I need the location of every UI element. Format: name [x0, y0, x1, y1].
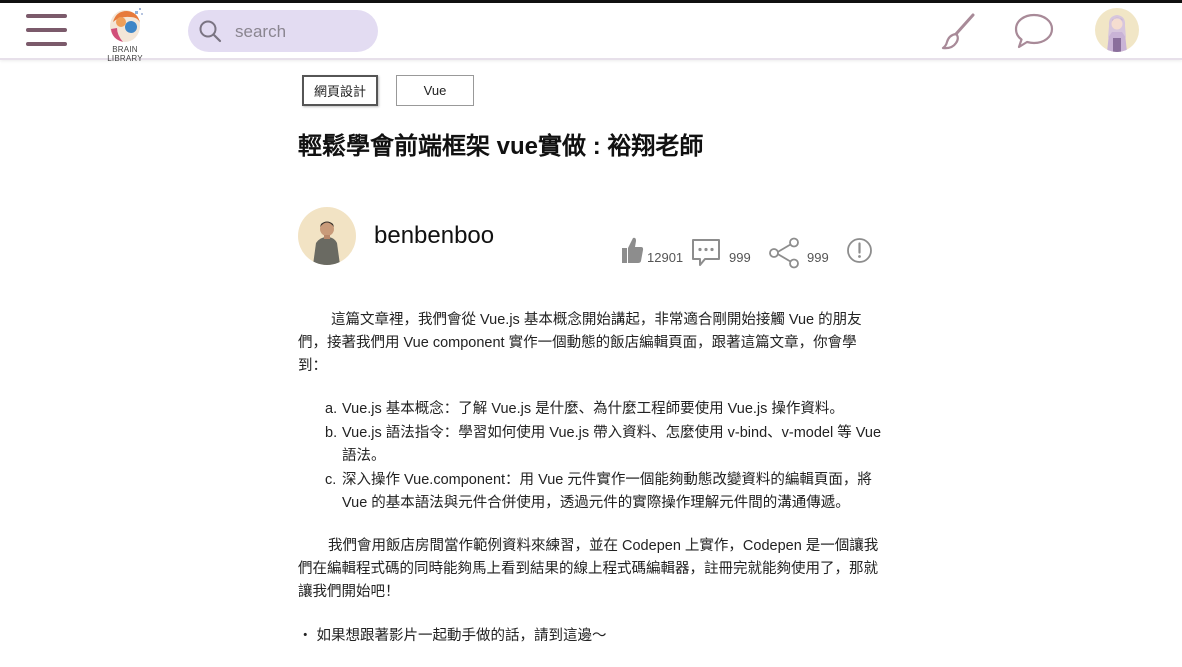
hamburger-menu-icon[interactable]: [26, 12, 67, 48]
list-item: b. Vue.js 語法指令：學習如何使用 Vue.js 帶入資料、怎麼使用 v…: [298, 422, 888, 469]
user-avatar-image: [1095, 8, 1139, 52]
tag-vue[interactable]: Vue: [396, 75, 474, 106]
like-count: 12901: [647, 250, 684, 265]
learning-points-list: a. Vue.js 基本概念：了解 Vue.js 是什麼、為什麼工程師要使用 V…: [298, 398, 888, 516]
list-marker: a.: [325, 401, 338, 417]
search-input[interactable]: [233, 18, 372, 46]
search-bar[interactable]: [188, 10, 378, 52]
list-marker: c.: [325, 471, 337, 488]
list-item-text: Vue.js 語法指令：學習如何使用 Vue.js 帶入資料、怎麼使用 v-bi…: [342, 424, 882, 465]
brain-logo-icon: [110, 8, 143, 42]
article-title: 輕鬆學會前端框架 vue實做 : 裕翔老師: [298, 133, 704, 160]
list-item: a. Vue.js 基本概念：了解 Vue.js 是什麼、為什麼工程師要使用 V…: [298, 398, 888, 422]
share-icon[interactable]: [768, 237, 800, 269]
user-avatar[interactable]: [1095, 8, 1139, 52]
comment-icon[interactable]: [691, 238, 721, 268]
logo-text: BRAIN LIBRARY: [107, 45, 143, 63]
intro-paragraph: 這篇文章裡，我們會從 Vue.js 基本概念開始講起，非常適合剛開始接觸 Vue…: [298, 312, 862, 374]
tag-web-design[interactable]: 網頁設計: [302, 75, 378, 106]
share-count: 999: [807, 250, 829, 265]
list-item-text: Vue.js 基本概念：了解 Vue.js 是什麼、為什麼工程師要使用 Vue.…: [342, 401, 844, 417]
author-name[interactable]: benbenboo: [374, 222, 494, 250]
report-icon[interactable]: [846, 237, 873, 264]
video-note: ・ 如果想跟著影片一起動手做的話，請到這邊～: [298, 628, 607, 644]
brain-library-logo[interactable]: BRAIN LIBRARY: [94, 5, 156, 63]
practice-paragraph: 我們會用飯店房間當作範例資料來練習，並在 Codepen 上實作，Codepen…: [298, 538, 879, 600]
author-avatar-image: [298, 207, 356, 265]
chat-icon[interactable]: [1013, 12, 1055, 50]
list-item-text: 深入操作 Vue.component：用 Vue 元件實作一個能夠動態改變資料的…: [342, 471, 872, 512]
top-nav-bar: BRAIN LIBRARY: [0, 3, 1182, 63]
list-item: c. 深入操作 Vue.component：用 Vue 元件實作一個能夠動態改變…: [298, 469, 888, 516]
like-icon[interactable]: [620, 235, 644, 265]
list-marker: b.: [325, 424, 338, 441]
brush-icon[interactable]: [940, 12, 976, 50]
author-avatar[interactable]: [298, 207, 356, 265]
search-icon[interactable]: [198, 19, 222, 43]
comment-count: 999: [729, 250, 751, 265]
